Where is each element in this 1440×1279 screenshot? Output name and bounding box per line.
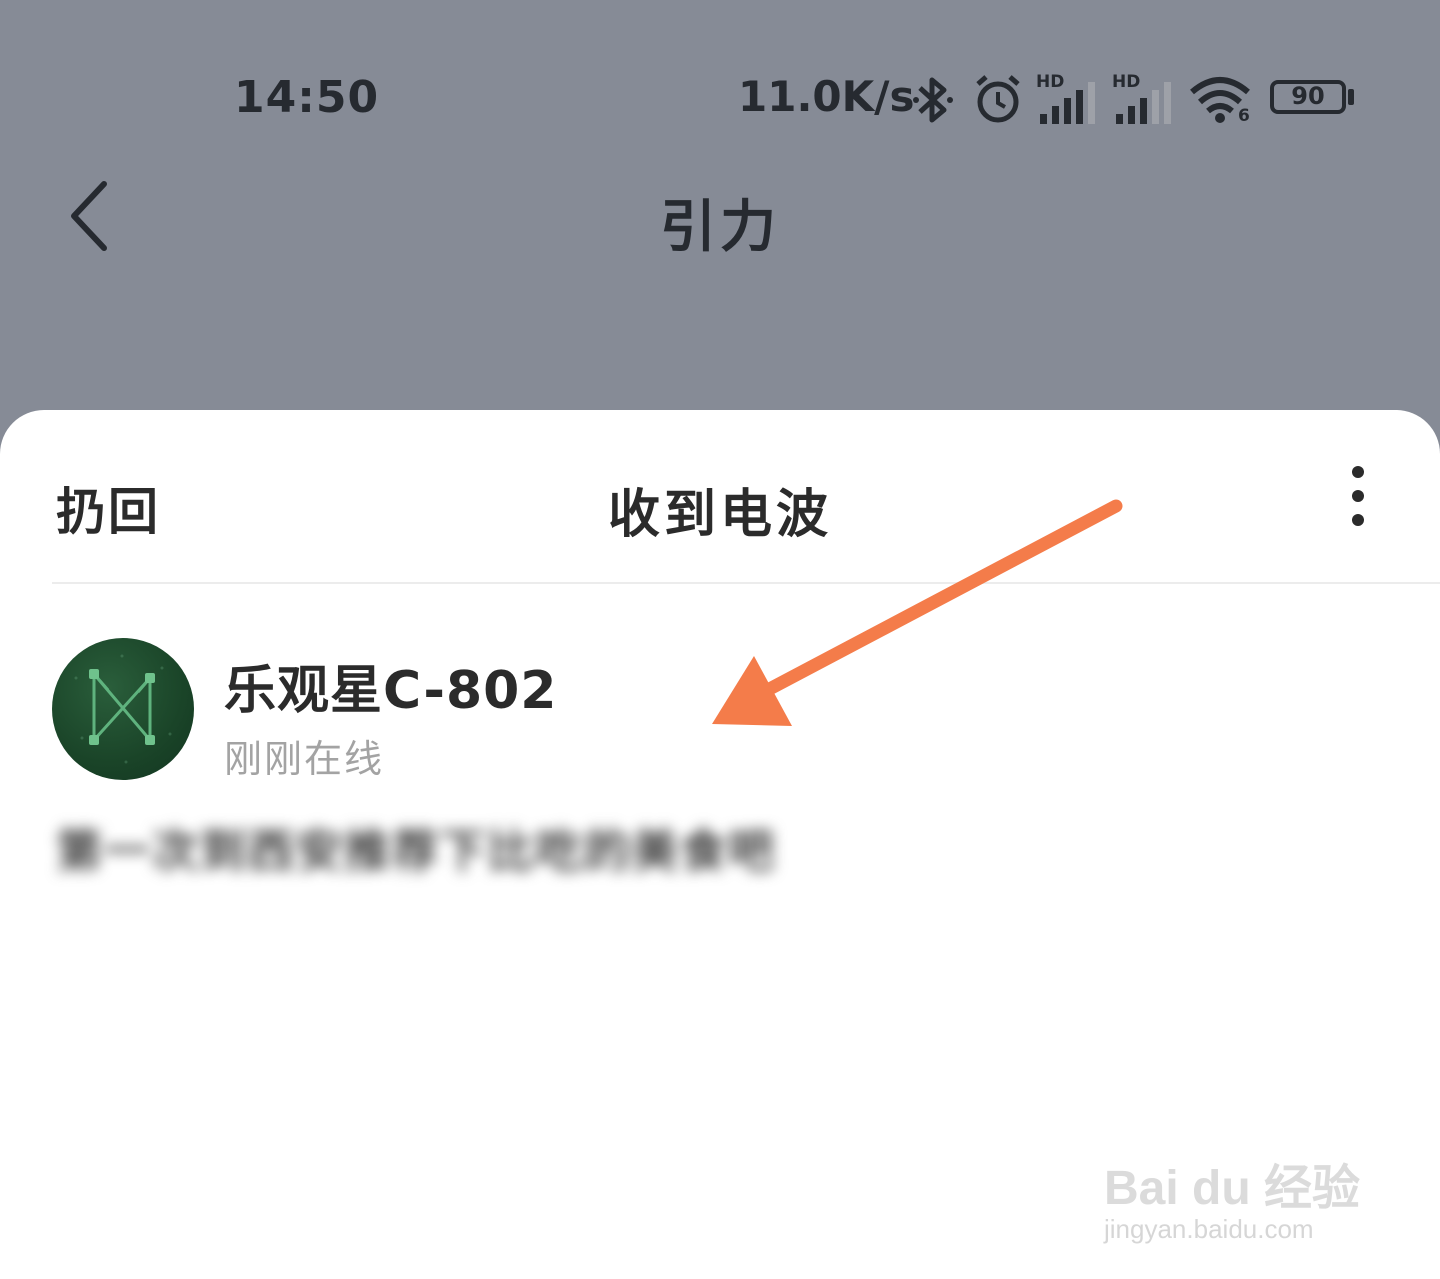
signal-icon-2: HD	[1110, 72, 1176, 128]
status-bar: 14:50 11.0K/s HD HD 6 90	[0, 60, 1440, 140]
page-title: 引力	[660, 195, 780, 260]
sender-status: 刚刚在线	[224, 737, 385, 781]
constellation-icon	[74, 654, 172, 764]
watermark-logo: Bai du 经验	[1104, 1162, 1361, 1215]
wifi-version-label: 6	[1238, 106, 1250, 126]
battery-level: 90	[1291, 82, 1325, 110]
alarm-icon	[976, 75, 1020, 123]
more-options-button[interactable]	[1340, 462, 1376, 532]
battery-icon: 90	[1268, 72, 1360, 128]
sheet-title: 收到电波	[607, 485, 832, 545]
signal-icon: HD	[1034, 72, 1100, 128]
avatar[interactable]	[52, 638, 194, 780]
divider	[52, 582, 1440, 584]
watermark-url: jingyan.baidu.com	[1104, 1214, 1314, 1244]
status-time: 14:50	[234, 72, 380, 123]
wifi-icon: 6	[1188, 72, 1254, 128]
bluetooth-icon	[913, 77, 953, 123]
wave-message: 第一次到西安推荐下比吃的美食吧	[56, 824, 776, 878]
sender-name[interactable]: 乐观星C-802	[224, 648, 557, 723]
network-speed: 11.0K/s	[738, 72, 915, 121]
